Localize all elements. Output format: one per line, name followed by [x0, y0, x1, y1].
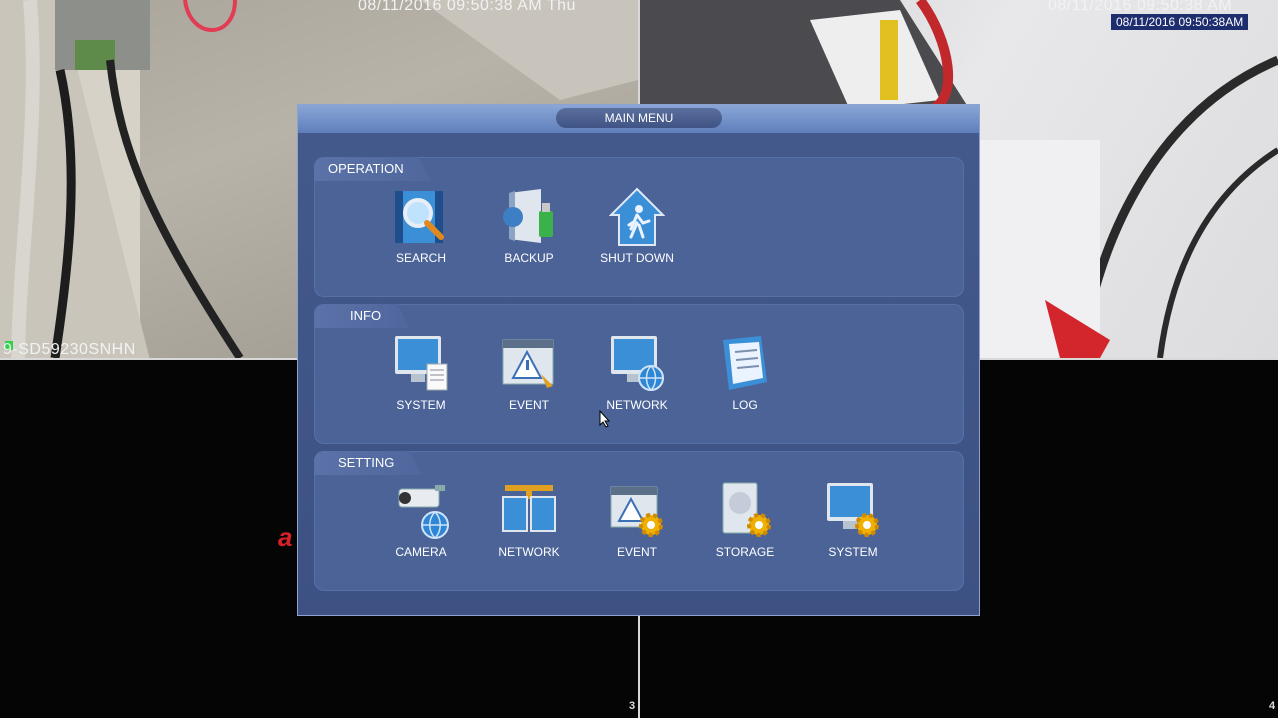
mouse-cursor-icon: [599, 410, 611, 428]
section-setting: SETTING CAMERA NETWORK EVENT STORAGE SYS…: [314, 451, 964, 591]
menu-item-log[interactable]: LOG: [690, 334, 800, 416]
section-title: INFO: [314, 304, 410, 328]
camera-2-time-badge: 08/11/2016 09:50:38AM: [1111, 14, 1249, 30]
camera-2-number: 2: [1269, 341, 1276, 353]
camera-1-timestamp: 08/11/2016 09:50:38 AM Thu: [358, 0, 576, 14]
section-operation: OPERATION SEARCH BACKUP SHUT DOWN: [314, 157, 964, 297]
shutdown-icon: [609, 187, 665, 246]
menu-item-label: SEARCH: [395, 251, 446, 265]
menu-item-label: STORAGE: [715, 545, 775, 559]
menu-item-label: BACKUP: [504, 251, 554, 265]
menu-item-shut-down[interactable]: SHUT DOWN: [582, 187, 692, 269]
backup-icon: [503, 189, 553, 243]
section-title: OPERATION: [314, 157, 432, 181]
menu-item-event-setting[interactable]: EVENT: [582, 481, 692, 563]
camera-3-number: 3: [629, 700, 636, 712]
menu-item-storage-setting[interactable]: STORAGE: [690, 481, 800, 563]
section-title: SETTING: [314, 451, 423, 475]
brand-logo: a: [278, 522, 293, 552]
section-info: INFO SYSTEM EVENT NETWORK LOG: [314, 304, 964, 444]
menu-item-label: SYSTEM: [396, 398, 446, 412]
system-info-icon: [395, 336, 448, 391]
network-info-icon: [611, 336, 664, 391]
search-icon: [395, 191, 444, 243]
event-setting-icon: [610, 486, 663, 537]
system-setting-icon: [827, 483, 879, 537]
menu-title: MAIN MENU: [556, 108, 722, 128]
camera-1-name: 9-SD59230SNHN: [3, 341, 136, 358]
menu-item-network-setting[interactable]: NETWORK: [474, 481, 584, 563]
menu-item-label: SHUT DOWN: [600, 251, 674, 265]
menu-item-system-setting[interactable]: SYSTEM: [798, 481, 908, 563]
main-menu-dialog: MAIN MENU OPERATION SEARCH BACKUP SHUT D…: [297, 104, 980, 616]
network-setting-icon: [502, 485, 556, 532]
menu-item-label: CAMERA: [395, 545, 447, 559]
menu-item-label: NETWORK: [498, 545, 560, 559]
menu-item-network-info[interactable]: NETWORK: [582, 334, 692, 416]
menu-item-camera-setting[interactable]: CAMERA: [366, 481, 476, 563]
menu-header: MAIN MENU: [298, 105, 979, 133]
log-icon: [723, 336, 767, 390]
camera-setting-icon: [398, 485, 449, 539]
menu-item-label: EVENT: [508, 398, 549, 412]
camera-4-number: 4: [1269, 700, 1276, 712]
menu-item-label: EVENT: [616, 545, 657, 559]
menu-item-label: LOG: [732, 398, 758, 412]
menu-item-label: SYSTEM: [828, 545, 878, 559]
menu-item-backup[interactable]: BACKUP: [474, 187, 584, 269]
camera-2-timestamp: 08/11/2016 09:50:38 AM: [1048, 0, 1233, 14]
storage-setting-icon: [722, 482, 771, 537]
menu-item-search[interactable]: SEARCH: [366, 187, 476, 269]
menu-item-system-info[interactable]: SYSTEM: [366, 334, 476, 416]
event-info-icon: [502, 339, 554, 388]
menu-item-event-info[interactable]: EVENT: [474, 334, 584, 416]
